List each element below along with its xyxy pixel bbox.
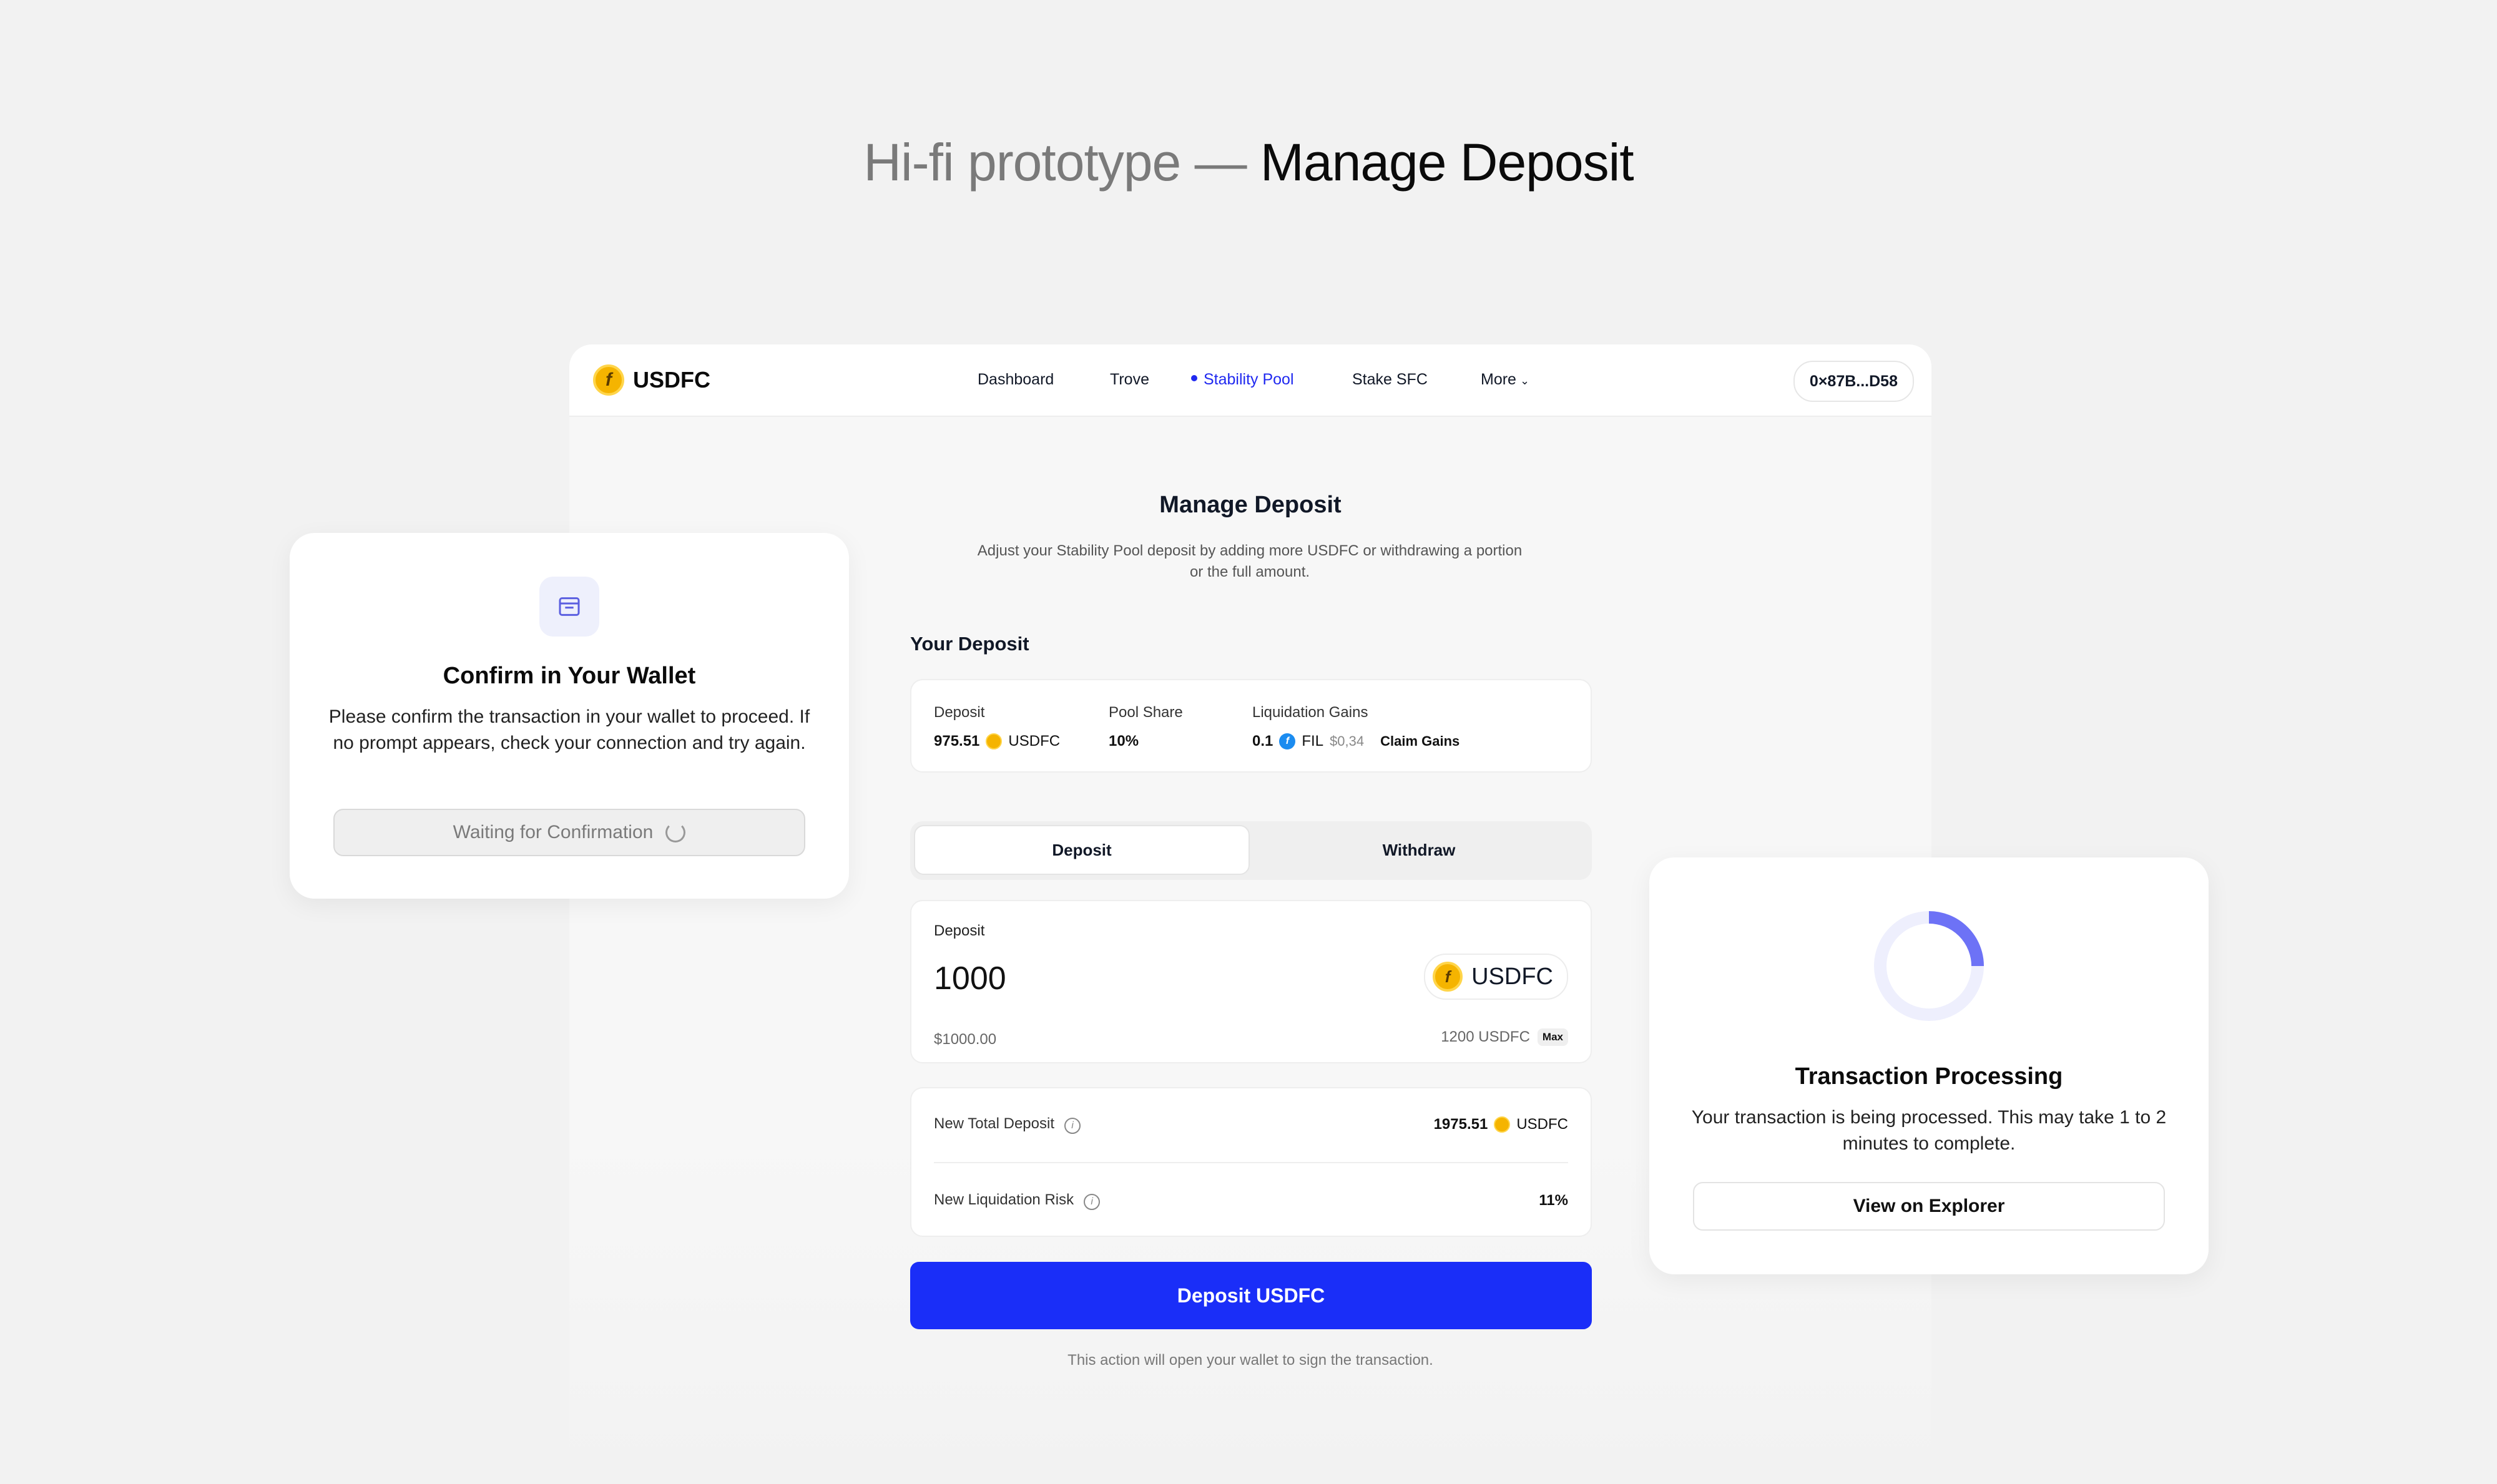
new-total-deposit-row: New Total Deposit i 1975.51 USDFC (934, 1106, 1568, 1143)
liquidation-gains-token: FIL (1302, 733, 1324, 749)
transaction-processing-modal: Transaction Processing Your transaction … (1649, 857, 2209, 1274)
spinner-icon (665, 823, 686, 842)
wallet-balance: 1200 USDFC Max (1441, 1028, 1568, 1046)
deposit-input-card: Deposit 1000 f USDFC $1000.00 1200 USDFC… (910, 900, 1592, 1063)
deposit-token: USDFC (1008, 733, 1061, 749)
page-title: Manage Deposit (1159, 492, 1342, 518)
heading-main: Manage Deposit (1260, 133, 1634, 192)
deposit-amount-input[interactable]: 1000 (934, 960, 1006, 997)
new-total-value-wrap: 1975.51 USDFC (1434, 1116, 1568, 1133)
top-navbar: f USDFC Dashboard Trove Stability Pool S… (569, 344, 1931, 417)
claim-gains-button[interactable]: Claim Gains (1380, 733, 1459, 749)
nav-stake-sfc[interactable]: Stake SFC (1352, 371, 1428, 389)
nav-more-label: More (1481, 371, 1516, 388)
liquidation-gains-usd: $0,34 (1330, 733, 1365, 749)
deposit-label: Deposit (934, 704, 985, 721)
pool-share-label: Pool Share (1109, 704, 1183, 721)
new-total-label-wrap: New Total Deposit i (934, 1115, 1081, 1134)
usdfc-coin-icon (1494, 1116, 1511, 1133)
new-risk-label: New Liquidation Risk (934, 1191, 1074, 1208)
nav-stability-pool[interactable]: Stability Pool (1191, 371, 1294, 389)
nav-stability-pool-label: Stability Pool (1204, 371, 1294, 388)
usdfc-coin-icon: f (593, 364, 624, 396)
page-subtitle: Adjust your Stability Pool deposit by ad… (977, 542, 1523, 580)
nav-more[interactable]: More ⌄ (1481, 371, 1529, 389)
usdfc-coin-icon (986, 733, 1003, 749)
info-icon[interactable]: i (1084, 1194, 1101, 1210)
token-selector[interactable]: f USDFC (1424, 954, 1568, 1000)
wallet-balance-value: 1200 USDFC (1441, 1028, 1530, 1045)
your-deposit-card: Deposit 975.51 USDFC Pool Share 10% Liqu… (910, 679, 1592, 773)
waiting-label: Waiting for Confirmation (453, 822, 654, 842)
info-icon[interactable]: i (1064, 1118, 1081, 1134)
your-deposit-heading: Your Deposit (910, 633, 1029, 655)
processing-title: Transaction Processing (1795, 1063, 2063, 1090)
divider (934, 1162, 1568, 1163)
confirm-wallet-modal: Confirm in Your Wallet Please confirm th… (290, 533, 849, 899)
deposit-usdfc-button[interactable]: Deposit USDFC (910, 1262, 1592, 1329)
action-footnote: This action will open your wallet to sig… (1067, 1352, 1433, 1369)
deposit-input-label: Deposit (934, 922, 985, 939)
liquidation-gains-value: 0.1 f FIL $0,34 Claim Gains (1252, 733, 1459, 750)
new-total-label: New Total Deposit (934, 1115, 1054, 1132)
chevron-down-icon: ⌄ (1519, 374, 1530, 387)
deposit-amount: 975.51 (934, 733, 980, 749)
wallet-address-button[interactable]: 0×87B...D58 (1793, 361, 1914, 402)
deposit-value: 975.51 USDFC (934, 733, 1060, 750)
pool-share-value: 10% (1109, 733, 1139, 750)
progress-ring-icon (1874, 911, 1984, 1021)
new-liquidation-risk-row: New Liquidation Risk i 11% (934, 1182, 1568, 1219)
new-risk-label-wrap: New Liquidation Risk i (934, 1191, 1101, 1210)
liquidation-gains-label: Liquidation Gains (1252, 704, 1368, 721)
heading-prefix: Hi-fi prototype — (863, 133, 1260, 192)
max-button[interactable]: Max (1537, 1028, 1568, 1046)
wallet-icon (539, 577, 599, 637)
new-total-token: USDFC (1516, 1116, 1568, 1133)
liquidation-gains-amount: 0.1 (1252, 733, 1273, 749)
fil-coin-icon: f (1279, 733, 1296, 749)
page-heading: Hi-fi prototype — Manage Deposit (0, 132, 2497, 193)
nav-dashboard[interactable]: Dashboard (978, 371, 1054, 389)
summary-card: New Total Deposit i 1975.51 USDFC New Liq… (910, 1087, 1592, 1237)
tab-deposit[interactable]: Deposit (914, 825, 1250, 875)
new-risk-value: 11% (1539, 1192, 1568, 1209)
confirm-title: Confirm in Your Wallet (443, 663, 696, 689)
active-dot-icon (1191, 375, 1197, 382)
deposit-withdraw-tabs: Deposit Withdraw (910, 821, 1592, 880)
confirm-text: Please confirm the transaction in your w… (328, 706, 810, 753)
logo-text: USDFC (633, 367, 710, 393)
tab-withdraw[interactable]: Withdraw (1251, 825, 1587, 875)
processing-text: Your transaction is being processed. Thi… (1691, 1107, 2167, 1154)
token-selector-label: USDFC (1471, 963, 1553, 990)
deposit-usd-value: $1000.00 (934, 1031, 997, 1048)
waiting-confirmation-button: Waiting for Confirmation (333, 809, 805, 856)
nav-trove[interactable]: Trove (1110, 371, 1149, 389)
view-on-explorer-button[interactable]: View on Explorer (1693, 1182, 2165, 1231)
new-total-value: 1975.51 (1433, 1116, 1488, 1133)
usdfc-coin-icon: f (1433, 962, 1463, 992)
pool-share-amount: 10% (1109, 733, 1139, 749)
logo[interactable]: f USDFC (593, 364, 710, 396)
